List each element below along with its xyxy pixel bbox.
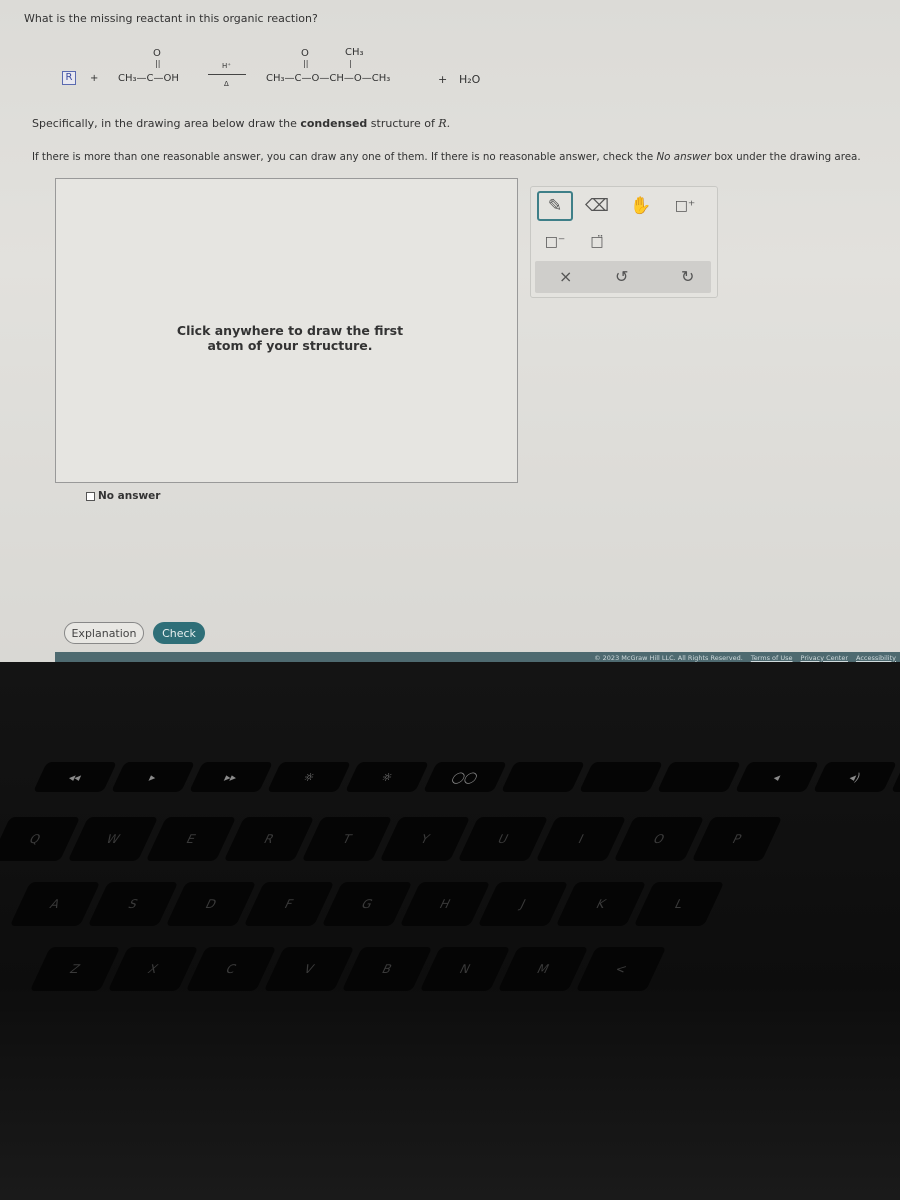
instruction-text: If there is more than one reasonable ans… [32,151,657,163]
keyboard-key: B [341,947,433,991]
keyboard-key: X [107,947,199,991]
redo-icon[interactable]: ↻ [681,267,694,286]
catalyst-label: H⁺ [222,62,231,70]
keyboard-key: V [263,947,355,991]
copyright: © 2023 McGraw Hill LLC. All Rights Reser… [594,653,743,662]
keyboard-key: ◯◯ [423,762,507,792]
instruction-line-2: If there is more than one reasonable ans… [32,151,861,163]
keyboard-key: H [399,882,491,926]
no-answer-checkbox[interactable]: No answer [86,490,160,502]
keyboard-key: Z [29,947,121,991]
product-methyl: CH₃ [345,47,364,58]
accessibility-link[interactable]: Accessibility [856,654,896,662]
eraser-icon[interactable]: ⌫ [579,191,615,221]
keyboard-key: O [613,817,705,861]
keyboard-key: C [185,947,277,991]
acetic-acid: CH₃—C—OH [118,73,179,84]
terms-link[interactable]: Terms of Use [751,654,793,662]
keyboard-key: L [633,882,725,926]
check-button[interactable]: Check [153,622,205,644]
remove-charge-icon[interactable]: □⁻ [537,227,573,257]
keyboard-key: F [243,882,335,926]
keyboard-key [579,762,663,792]
instruction-text: box under the drawing area. [710,151,861,163]
plus-sign: + [90,73,99,84]
keyboard-key: W [67,817,159,861]
instruction-bold: condensed [300,117,368,130]
ester-product: CH₃—C—O—CH—O—CH₃ [266,73,391,84]
keyboard-key: G [321,882,413,926]
hand-icon[interactable]: ✋ [623,191,659,221]
keyboard-key: ◂) [813,762,897,792]
keyboard-key: Q [0,817,81,861]
reaction-arrow [208,74,246,75]
explanation-button[interactable]: Explanation [64,622,144,644]
keyboard-key: A [9,882,101,926]
keyboard-key: < [575,947,667,991]
instruction-line-1: Specifically, in the drawing area below … [32,117,450,130]
keyboard-key: K [555,882,647,926]
undo-icon[interactable]: ↺ [615,267,628,286]
keyboard-key: P [691,817,783,861]
keyboard-key: ☼ [267,762,351,792]
keyboard-key: J [477,882,569,926]
keyboard-key: ◂◂ [33,762,117,792]
plus-sign-2: + [438,73,448,86]
pencil-icon[interactable]: ✎ [537,191,573,221]
keyboard-key: N [419,947,511,991]
privacy-link[interactable]: Privacy Center [801,654,848,662]
single-bond: | [349,59,352,68]
keyboard-key: T [301,817,393,861]
keyboard-key: E [145,817,237,861]
water: H₂O [459,73,481,86]
browser-page: What is the missing reactant in this org… [0,0,900,663]
keyboard-key: D [165,882,257,926]
carbonyl-oxygen: O [153,48,161,59]
keyboard-key: U [457,817,549,861]
keyboard-key: ☼ [345,762,429,792]
checkbox-box[interactable] [86,491,95,501]
instruction-r: R. [438,117,451,130]
laptop-keyboard: ◂◂▸▸▸☼☼◯◯◂◂)◂)) QWERTYUIOP ASDFGHJKL ZXC… [0,662,900,1200]
question-text: What is the missing reactant in this org… [24,12,318,25]
product-carbonyl-oxygen: O [301,48,309,59]
no-answer-label: No answer [98,490,161,502]
keyboard-key [501,762,585,792]
heat-label: Δ [224,80,229,88]
missing-reactant-box: R [62,71,76,85]
double-bond: || [155,59,161,68]
keyboard-key: ▸ [111,762,195,792]
instruction-text: structure of [367,117,439,130]
add-charge-icon[interactable]: □⁺ [667,191,703,221]
instruction-text: Specifically, in the drawing area below … [32,117,301,130]
clear-icon[interactable]: × [559,267,572,286]
keyboard-key: R [223,817,315,861]
instruction-italic: No answer [656,151,711,163]
keyboard-key: S [87,882,179,926]
action-bar: × ↺ ↻ [535,261,711,293]
keyboard-key: ◂ [735,762,819,792]
keyboard-key [657,762,741,792]
drawing-toolbar: ✎ ⌫ ✋ □⁺ □⁻ □̈ × ↺ ↻ [530,186,718,298]
keyboard-key: I [535,817,627,861]
lone-pair-icon[interactable]: □̈ [579,227,615,257]
keyboard-key: M [497,947,589,991]
keyboard-key: ▸▸ [189,762,273,792]
product-double-bond: || [303,59,309,68]
drawing-hint: Click anywhere to draw the first atom of… [176,323,404,353]
keyboard-key: Y [379,817,471,861]
